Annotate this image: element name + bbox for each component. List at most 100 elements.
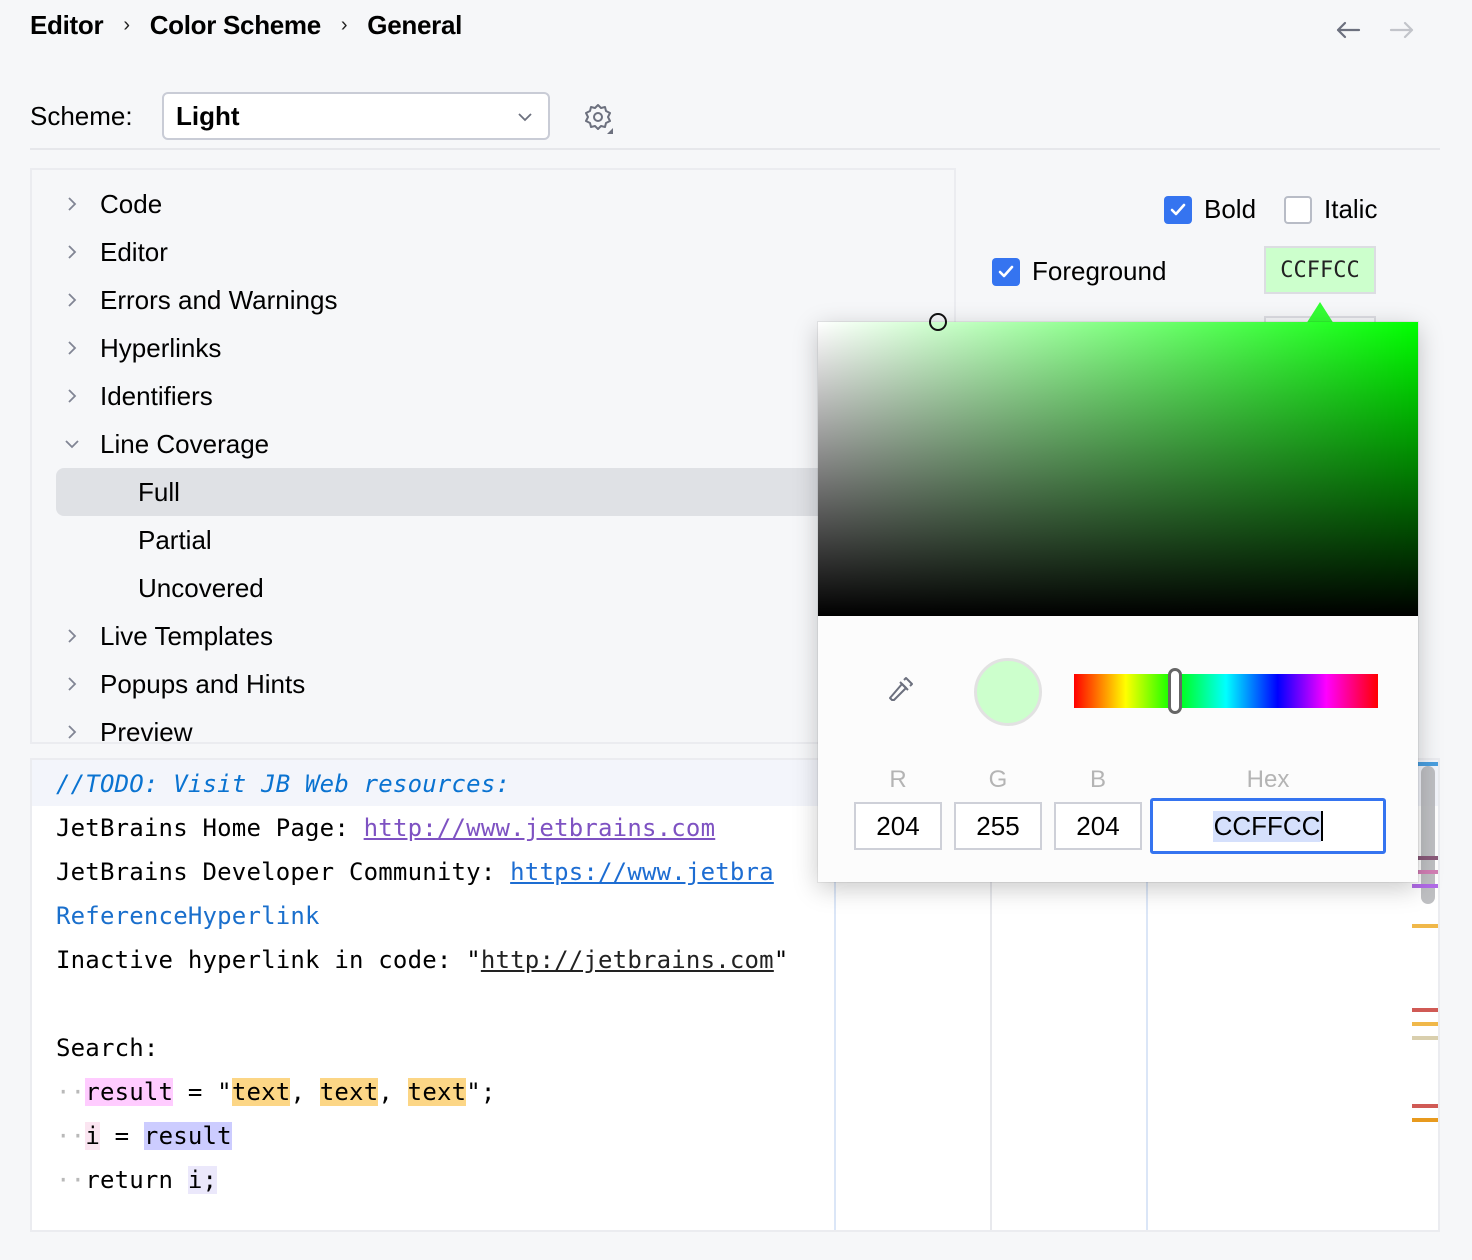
- italic-label: Italic: [1324, 194, 1378, 224]
- g-label: G: [988, 766, 1008, 793]
- arrow-left-icon: [1336, 21, 1361, 39]
- error-stripe-marker[interactable]: [1412, 884, 1438, 888]
- gear-icon[interactable]: [580, 100, 616, 136]
- saturation-brightness-handle[interactable]: [929, 313, 947, 331]
- color-preview: [974, 658, 1042, 726]
- home-link[interactable]: http://www.jetbrains.com: [364, 814, 716, 842]
- quote: ": [466, 946, 481, 974]
- checkbox-checked: [992, 257, 1020, 286]
- todo-comment: //TODO: Visit JB Web resources:: [56, 770, 511, 798]
- whitespace: ··: [56, 1078, 86, 1106]
- foreground-color-swatch[interactable]: CCFFCC: [1264, 246, 1376, 294]
- scheme-dropdown-value: Light: [176, 100, 240, 131]
- tree-item-label: Editor: [100, 236, 168, 267]
- forward-button[interactable]: [1388, 16, 1416, 44]
- code-text: = ": [173, 1078, 232, 1106]
- code-text: ";: [466, 1078, 496, 1106]
- text-caret: [1321, 811, 1324, 841]
- scheme-dropdown[interactable]: Light: [162, 92, 550, 140]
- hue-slider-handle[interactable]: [1168, 668, 1183, 714]
- italic-checkbox[interactable]: Italic: [1284, 194, 1377, 225]
- r-label: R: [889, 766, 907, 793]
- scheme-label: Scheme:: [30, 100, 133, 131]
- code-line-home: JetBrains Home Page: http://www.jetbrain…: [56, 806, 715, 850]
- tree-item-code[interactable]: Code: [32, 180, 954, 228]
- red-input[interactable]: 204: [854, 802, 942, 850]
- tree-item-editor[interactable]: Editor: [32, 228, 954, 276]
- tree-item-popups-and-hints[interactable]: Popups and Hints: [32, 660, 954, 708]
- search-label: Search:: [56, 1034, 159, 1062]
- inactive-label: Inactive hyperlink in code:: [56, 946, 467, 974]
- check-icon: [998, 265, 1014, 277]
- chevron-right-icon: [68, 389, 77, 403]
- error-stripe-marker[interactable]: [1412, 1036, 1438, 1040]
- hex-input-value: CCFFCC: [1212, 810, 1322, 842]
- error-stripe-marker[interactable]: [1412, 1008, 1438, 1012]
- tree-item-label: Uncovered: [138, 572, 264, 603]
- tree-item-label: Full: [138, 476, 180, 507]
- tree-item-preview[interactable]: Preview: [32, 708, 954, 742]
- eyedropper-icon[interactable]: [884, 672, 918, 706]
- checkbox-unchecked: [1284, 195, 1312, 224]
- search-result-highlight: text: [407, 1078, 467, 1106]
- breadcrumb-color-scheme[interactable]: Color Scheme: [150, 10, 322, 41]
- whitespace: ··: [56, 1166, 86, 1194]
- blue-input[interactable]: 204: [1054, 802, 1142, 850]
- whitespace: ··: [56, 1122, 86, 1150]
- community-link[interactable]: https://www.jetbra: [510, 858, 774, 886]
- chevron-right-icon: [68, 725, 77, 739]
- code-text: ,: [378, 1078, 408, 1106]
- breadcrumb-separator: ›: [340, 13, 348, 36]
- bold-checkbox[interactable]: Bold: [1164, 194, 1256, 225]
- read-usage-highlight: i;: [187, 1166, 218, 1194]
- code-line-search-2: ··i = result: [56, 1114, 232, 1158]
- tree-item-label: Identifiers: [100, 380, 213, 411]
- quote: ": [773, 946, 789, 974]
- write-usage-highlight: i: [85, 1122, 100, 1150]
- tree-item-errors-and-warnings[interactable]: Errors and Warnings: [32, 276, 954, 324]
- hex-label: Hex: [1246, 766, 1290, 793]
- color-picker-popup: R G B Hex 204 255 204 CCFFCC: [818, 313, 1418, 882]
- hex-input[interactable]: CCFFCC: [1150, 798, 1386, 854]
- code-line-inactive: Inactive hyperlink in code: "http://jetb…: [56, 938, 788, 982]
- chevron-right-icon: [68, 629, 77, 643]
- search-result-highlight: text: [231, 1078, 291, 1106]
- chevron-down-icon: [518, 113, 532, 122]
- breadcrumb-editor[interactable]: Editor: [30, 10, 104, 41]
- tree-item-label: Popups and Hints: [100, 668, 306, 699]
- green-input[interactable]: 255: [954, 802, 1042, 850]
- error-stripe-marker[interactable]: [1412, 924, 1438, 928]
- reference-hyperlink[interactable]: ReferenceHyperlink: [56, 894, 320, 938]
- saturation-brightness-area[interactable]: [818, 313, 1418, 616]
- arrow-right-icon: [1389, 21, 1414, 39]
- check-icon: [1170, 203, 1186, 215]
- tree-item-full[interactable]: Full: [56, 468, 836, 516]
- chevron-right-icon: [68, 677, 77, 691]
- tree-item-label: Line Coverage: [100, 428, 270, 459]
- error-stripe-marker[interactable]: [1412, 1118, 1438, 1122]
- hue-slider[interactable]: [1074, 668, 1378, 714]
- error-stripe-marker[interactable]: [1412, 1022, 1438, 1026]
- tree-item-hyperlinks[interactable]: Hyperlinks: [32, 324, 954, 372]
- tree-item-identifiers[interactable]: Identifiers: [32, 372, 954, 420]
- tree-item-label: Hyperlinks: [100, 332, 222, 363]
- tree-item-label: Live Templates: [100, 620, 273, 651]
- code-line-search-3: ··return i;: [56, 1158, 218, 1202]
- back-button[interactable]: [1334, 16, 1362, 44]
- foreground-checkbox[interactable]: Foreground: [992, 256, 1166, 287]
- code-text: ,: [290, 1078, 320, 1106]
- code-text: =: [99, 1122, 144, 1150]
- tree-item-label: Code: [100, 188, 163, 219]
- tree-item-uncovered[interactable]: Uncovered: [32, 564, 954, 612]
- write-usage-highlight: result: [85, 1078, 174, 1106]
- error-stripe-marker[interactable]: [1412, 1104, 1438, 1108]
- tree-item-live-templates[interactable]: Live Templates: [32, 612, 954, 660]
- tree-item-line-coverage[interactable]: Line Coverage: [32, 420, 954, 468]
- home-label: JetBrains Home Page:: [56, 814, 364, 842]
- breadcrumb-separator: ›: [123, 13, 130, 36]
- chevron-down-icon: [65, 440, 79, 449]
- picker-pointer: [1306, 302, 1334, 324]
- tree-item-partial[interactable]: Partial: [32, 516, 954, 564]
- chevron-right-icon: [68, 245, 77, 259]
- chevron-right-icon: [68, 197, 77, 211]
